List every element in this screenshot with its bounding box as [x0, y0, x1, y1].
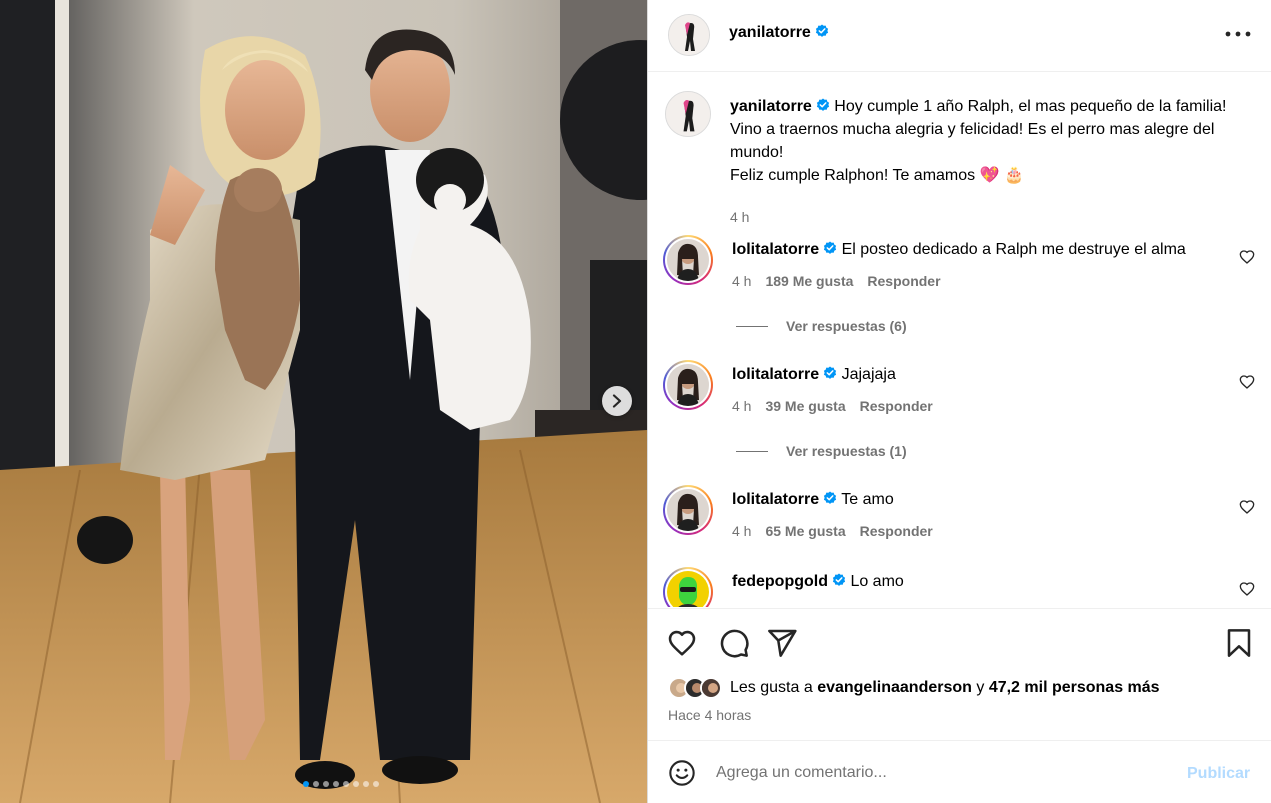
liker-username[interactable]: evangelinaanderson — [817, 679, 972, 696]
publish-button[interactable]: Publicar — [1187, 765, 1250, 783]
comment-composer: Publicar — [648, 740, 1271, 803]
caption-avatar[interactable] — [665, 91, 711, 137]
comment-likes[interactable]: 39 Me gusta — [765, 398, 845, 414]
comment-input[interactable] — [716, 760, 1156, 786]
next-slide-button[interactable] — [602, 386, 632, 416]
verified-badge-icon — [816, 98, 829, 111]
post-media[interactable] — [0, 0, 647, 803]
view-replies-label[interactable]: Ver respuestas (1) — [786, 443, 907, 459]
author-avatar[interactable] — [668, 14, 710, 56]
comment-line: fedepopgold Lo amo — [732, 573, 904, 591]
liker-avatar[interactable] — [700, 677, 722, 699]
more-horizontal-icon[interactable] — [1223, 24, 1253, 44]
comment-line: lolitalatorre Jajajaja — [732, 366, 896, 384]
comment-avatar[interactable] — [663, 360, 713, 410]
verified-badge-icon — [832, 573, 846, 586]
replies-divider — [736, 325, 768, 327]
comment-username[interactable]: lolitalatorre — [732, 241, 819, 258]
post-photo — [0, 0, 647, 803]
comment-text: Lo amo — [850, 573, 904, 590]
comment-avatar[interactable] — [663, 235, 713, 285]
emoji-icon[interactable] — [668, 759, 696, 787]
comment-item: lolitalatorre El posteo dedicado a Ralph… — [663, 235, 1258, 295]
comment-likes[interactable]: 65 Me gusta — [765, 523, 845, 539]
comments-list[interactable]: yanilatorre Hoy cumple 1 año Ralph, el m… — [648, 73, 1271, 607]
caption-time[interactable]: 4 h — [730, 209, 749, 225]
caption-text: yanilatorre Hoy cumple 1 año Ralph, el m… — [730, 95, 1240, 187]
chevron-right-icon — [612, 394, 622, 408]
likes-conjunction: y — [976, 679, 985, 696]
verified-badge-icon — [824, 241, 837, 254]
comment-username[interactable]: lolitalatorre — [732, 491, 819, 508]
carousel-dot — [312, 781, 319, 787]
bookmark-icon[interactable] — [1223, 627, 1255, 659]
author-username[interactable]: yanilatorre — [729, 24, 829, 42]
commenter-avatar-image — [667, 571, 709, 607]
heart-icon[interactable] — [666, 627, 698, 659]
comment-meta: 4 h 39 Me gusta Responder — [732, 398, 933, 414]
carousel-dot — [302, 781, 309, 787]
comment-like-heart-icon[interactable] — [1239, 249, 1255, 265]
comment-item: fedepopgold Lo amo — [663, 567, 1258, 607]
post-header: yanilatorre — [648, 0, 1271, 72]
view-replies-button[interactable]: Ver respuestas (6) — [736, 318, 907, 334]
comment-time[interactable]: 4 h — [732, 273, 751, 289]
caption-avatar-image — [666, 92, 710, 136]
post-side-panel: yanilatorre yanilatorre Hoy cumple 1 año… — [647, 0, 1271, 803]
comment-avatar[interactable] — [663, 567, 713, 607]
view-replies-label[interactable]: Ver respuestas (6) — [786, 318, 907, 334]
comment-icon[interactable] — [718, 627, 750, 659]
reply-button[interactable]: Responder — [860, 523, 933, 539]
comment-text: El posteo dedicado a Ralph me destruye e… — [841, 241, 1186, 258]
comment-line: lolitalatorre Te amo — [732, 491, 894, 509]
carousel-dot — [332, 781, 339, 787]
comment-text: Jajajaja — [841, 366, 896, 383]
caption-username[interactable]: yanilatorre — [730, 98, 812, 115]
view-replies-button[interactable]: Ver respuestas (1) — [736, 443, 907, 459]
comment-time[interactable]: 4 h — [732, 398, 751, 414]
author-username-text[interactable]: yanilatorre — [729, 24, 811, 41]
verified-badge-icon — [824, 366, 837, 379]
likes-text: Les gusta a evangelinaanderson y 47,2 mi… — [730, 679, 1160, 697]
likes-count[interactable]: 47,2 mil personas más — [989, 679, 1160, 696]
comment-meta: 4 h 189 Me gusta Responder — [732, 273, 941, 289]
author-avatar-image — [669, 15, 709, 55]
verified-badge-icon — [815, 24, 828, 37]
post-actions: Les gusta a evangelinaanderson y 47,2 mi… — [648, 608, 1271, 740]
comment-username[interactable]: lolitalatorre — [732, 366, 819, 383]
comment-like-heart-icon[interactable] — [1239, 499, 1255, 515]
comment-text: Te amo — [841, 491, 894, 508]
carousel-dot — [352, 781, 359, 787]
reply-button[interactable]: Responder — [867, 273, 940, 289]
replies-divider — [736, 450, 768, 452]
reply-button[interactable]: Responder — [860, 398, 933, 414]
comment-username[interactable]: fedepopgold — [732, 573, 828, 590]
comment-time[interactable]: 4 h — [732, 523, 751, 539]
likes-prefix: Les gusta a — [730, 679, 813, 696]
comment-item: lolitalatorre Te amo 4 h 65 Me gusta Respo… — [663, 485, 1258, 545]
carousel-dot — [372, 781, 379, 787]
instagram-post: yanilatorre yanilatorre Hoy cumple 1 año… — [0, 0, 1271, 803]
carousel-dot — [362, 781, 369, 787]
caption-body-line2: Feliz cumple Ralphon! Te amamos 💖 🎂 — [730, 167, 1024, 184]
comment-like-heart-icon[interactable] — [1239, 374, 1255, 390]
comment-avatar[interactable] — [663, 485, 713, 535]
comment-item: lolitalatorre Jajajaja 4 h 39 Me gusta Res… — [663, 360, 1258, 420]
carousel-dot — [322, 781, 329, 787]
comment-line: lolitalatorre El posteo dedicado a Ralph… — [732, 241, 1186, 259]
commenter-avatar-image — [667, 489, 709, 531]
comment-like-heart-icon[interactable] — [1239, 581, 1255, 597]
verified-badge-icon — [824, 491, 837, 504]
comment-likes[interactable]: 189 Me gusta — [765, 273, 853, 289]
carousel-dot — [342, 781, 349, 787]
likes-summary: Les gusta a evangelinaanderson y 47,2 mi… — [668, 677, 1160, 699]
share-icon[interactable] — [766, 627, 798, 659]
post-timestamp[interactable]: Hace 4 horas — [668, 707, 751, 723]
commenter-avatar-image — [667, 239, 709, 281]
commenter-avatar-image — [667, 364, 709, 406]
carousel-indicator — [0, 781, 647, 787]
comment-meta: 4 h 65 Me gusta Responder — [732, 523, 933, 539]
